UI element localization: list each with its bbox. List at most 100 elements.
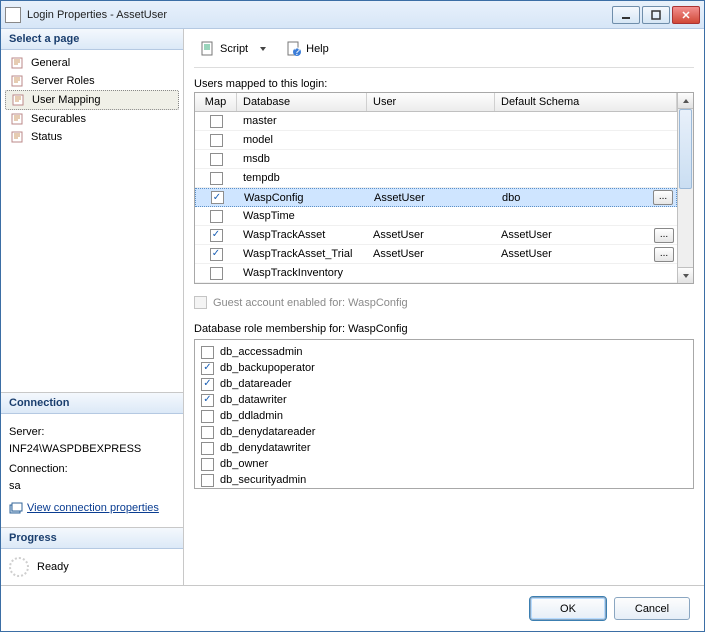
table-row[interactable]: WaspTrackAssetAssetUserAssetUser... xyxy=(195,226,677,245)
role-item[interactable]: db_accessadmin xyxy=(201,344,687,360)
script-dropdown-caret[interactable] xyxy=(260,47,266,51)
properties-icon xyxy=(9,502,23,516)
connection-value: sa xyxy=(9,478,175,495)
sidebar-page-server-roles[interactable]: Server Roles xyxy=(5,72,179,90)
cell-database: msdb xyxy=(237,153,367,165)
sidebar-page-user-mapping[interactable]: User Mapping xyxy=(5,90,179,110)
cancel-button[interactable]: Cancel xyxy=(614,597,690,620)
cell-schema: AssetUser... xyxy=(495,228,677,243)
select-page-header: Select a page xyxy=(1,29,183,50)
table-row[interactable]: WaspTrackInventory xyxy=(195,264,677,283)
cell-schema: dbo... xyxy=(496,190,676,205)
role-item[interactable]: db_ddladmin xyxy=(201,408,687,424)
schema-browse-button[interactable]: ... xyxy=(654,247,674,262)
map-checkbox[interactable] xyxy=(210,115,223,128)
help-icon: ? xyxy=(286,41,302,57)
map-checkbox[interactable] xyxy=(210,172,223,185)
role-checkbox[interactable] xyxy=(201,410,214,423)
script-button[interactable]: Script xyxy=(194,39,254,59)
page-icon xyxy=(11,56,25,70)
roles-listbox: db_accessadmin db_backupoperator db_datare… xyxy=(194,339,694,489)
help-button[interactable]: ? Help xyxy=(280,39,335,59)
progress-header: Progress xyxy=(1,528,183,549)
sidebar-page-status[interactable]: Status xyxy=(5,128,179,146)
grid-scrollbar[interactable] xyxy=(677,93,693,283)
connection-header: Connection xyxy=(1,393,183,414)
cell-database: WaspTrackAsset_Trial xyxy=(237,248,367,260)
col-header-schema[interactable]: Default Schema xyxy=(495,93,677,111)
scroll-up-icon[interactable] xyxy=(678,93,693,109)
col-header-database[interactable]: Database xyxy=(237,93,367,111)
map-checkbox[interactable] xyxy=(210,153,223,166)
users-mapped-label: Users mapped to this login: xyxy=(194,78,694,90)
titlebar: Login Properties - AssetUser xyxy=(1,1,704,29)
map-checkbox[interactable] xyxy=(210,229,223,242)
page-icon xyxy=(11,112,25,126)
cell-database: WaspTrackInventory xyxy=(237,267,367,279)
ok-button[interactable]: OK xyxy=(530,597,606,620)
cell-database: WaspTrackAsset xyxy=(237,229,367,241)
role-name: db_datareader xyxy=(220,378,292,390)
svg-text:?: ? xyxy=(294,46,300,57)
guest-account-label: Guest account enabled for: WaspConfig xyxy=(213,297,408,309)
table-row[interactable]: tempdb xyxy=(195,169,677,188)
connection-label: Connection: xyxy=(9,461,175,478)
role-item[interactable]: public xyxy=(201,488,687,489)
role-checkbox[interactable] xyxy=(201,378,214,391)
close-button[interactable] xyxy=(672,6,700,24)
schema-browse-button[interactable]: ... xyxy=(654,228,674,243)
table-row[interactable]: WaspConfigAssetUserdbo... xyxy=(195,188,677,207)
role-name: db_datawriter xyxy=(220,394,287,406)
table-row[interactable]: WaspTrackAsset_TrialAssetUserAssetUser..… xyxy=(195,245,677,264)
view-connection-properties-link[interactable]: View connection properties xyxy=(9,500,159,517)
role-name: db_accessadmin xyxy=(220,346,303,358)
role-checkbox[interactable] xyxy=(201,362,214,375)
role-checkbox[interactable] xyxy=(201,474,214,487)
table-row[interactable]: model xyxy=(195,131,677,150)
users-mapped-grid: Map Database User Default Schema master m… xyxy=(194,92,694,284)
cell-database: WaspTime xyxy=(237,210,367,222)
role-item[interactable]: db_owner xyxy=(201,456,687,472)
role-item[interactable]: db_denydatawriter xyxy=(201,440,687,456)
col-header-map[interactable]: Map xyxy=(195,93,237,111)
cell-schema: AssetUser... xyxy=(495,247,677,262)
page-icon xyxy=(11,74,25,88)
role-item[interactable]: db_denydatareader xyxy=(201,424,687,440)
scroll-down-icon[interactable] xyxy=(678,267,693,283)
map-checkbox[interactable] xyxy=(210,134,223,147)
sidebar: Select a page GeneralServer RolesUser Ma… xyxy=(1,29,184,585)
role-checkbox[interactable] xyxy=(201,442,214,455)
app-icon xyxy=(5,7,21,23)
role-name: db_denydatareader xyxy=(220,426,315,438)
role-item[interactable]: db_securityadmin xyxy=(201,472,687,488)
dialog-footer: OK Cancel xyxy=(1,585,704,631)
map-checkbox[interactable] xyxy=(210,210,223,223)
page-icon xyxy=(11,130,25,144)
table-row[interactable]: WaspTime xyxy=(195,207,677,226)
role-checkbox[interactable] xyxy=(201,426,214,439)
scroll-thumb[interactable] xyxy=(679,109,692,189)
main-panel: Script ? Help Users mapped to this login… xyxy=(184,29,704,585)
role-checkbox[interactable] xyxy=(201,394,214,407)
sidebar-page-general[interactable]: General xyxy=(5,54,179,72)
script-icon xyxy=(200,41,216,57)
window-title: Login Properties - AssetUser xyxy=(27,9,612,21)
minimize-button[interactable] xyxy=(612,6,640,24)
progress-spinner-icon xyxy=(9,557,29,577)
map-checkbox[interactable] xyxy=(211,191,224,204)
role-item[interactable]: db_datareader xyxy=(201,376,687,392)
maximize-button[interactable] xyxy=(642,6,670,24)
sidebar-page-securables[interactable]: Securables xyxy=(5,110,179,128)
server-value: INF24\WASPDBEXPRESS xyxy=(9,441,175,458)
table-row[interactable]: msdb xyxy=(195,150,677,169)
role-checkbox[interactable] xyxy=(201,346,214,359)
map-checkbox[interactable] xyxy=(210,267,223,280)
schema-browse-button[interactable]: ... xyxy=(653,190,673,205)
role-item[interactable]: db_datawriter xyxy=(201,392,687,408)
role-checkbox[interactable] xyxy=(201,458,214,471)
table-row[interactable]: master xyxy=(195,112,677,131)
cell-database: model xyxy=(237,134,367,146)
role-item[interactable]: db_backupoperator xyxy=(201,360,687,376)
map-checkbox[interactable] xyxy=(210,248,223,261)
col-header-user[interactable]: User xyxy=(367,93,495,111)
